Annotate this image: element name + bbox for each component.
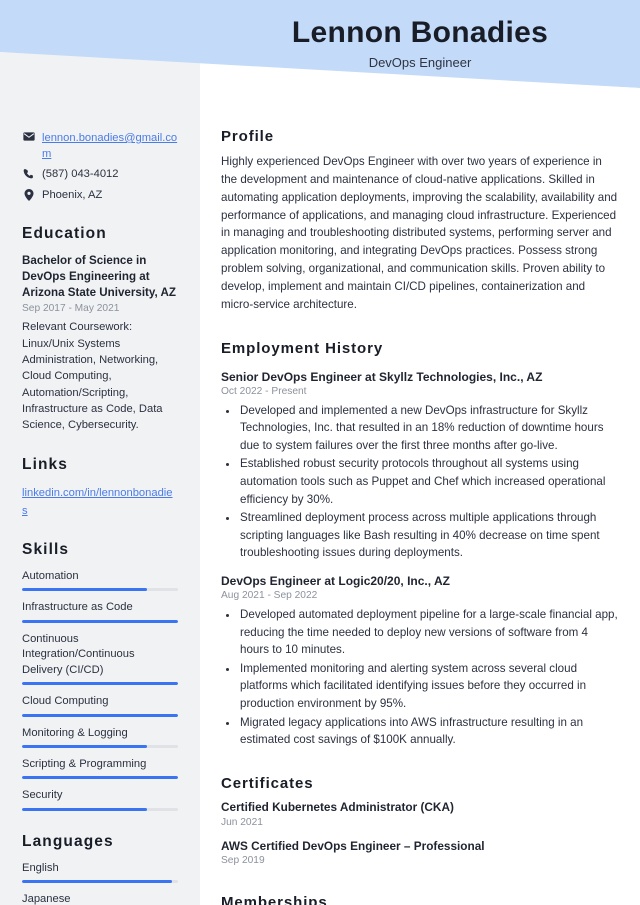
language-item: English: [22, 861, 178, 883]
employment-bullet: Migrated legacy applications into AWS in…: [238, 714, 618, 749]
skill-item: Monitoring & Logging: [22, 726, 178, 749]
certificate-date: Jun 2021: [221, 816, 263, 828]
skill-item: Infrastructure as Code: [22, 600, 178, 623]
candidate-name: Lennon Bonadies: [291, 16, 549, 49]
employment-dates: Aug 2021 - Sep 2022: [221, 590, 318, 602]
employment-bullet: Streamlined deployment process across mu…: [238, 509, 618, 562]
candidate-job-title: DevOps Engineer: [368, 54, 472, 70]
skill-item: Continuous Integration/Continuous Delive…: [22, 632, 178, 686]
skill-label: Monitoring & Logging: [22, 726, 128, 739]
employment-entry: DevOps Engineer at Logic20/20, Inc., AZ …: [221, 573, 618, 749]
resume-page: Lennon Bonadies DevOps Engineer lennon.b…: [0, 0, 640, 905]
education-heading: Education: [22, 224, 107, 242]
education-dates: Sep 2017 - May 2021: [22, 303, 120, 315]
certificate-title: Certified Kubernetes Administrator (CKA): [221, 799, 454, 814]
skill-label: Scripting & Programming: [22, 758, 147, 771]
profile-heading: Profile: [221, 128, 274, 145]
languages-heading: Languages: [22, 832, 114, 850]
language-item: Japanese: [22, 892, 178, 905]
certificate-date: Sep 2019: [221, 855, 265, 867]
skill-label: Continuous Integration/Continuous Delive…: [22, 632, 135, 676]
skill-label: Infrastructure as Code: [22, 601, 133, 614]
skill-item: Cloud Computing: [22, 694, 178, 717]
skill-label: Security: [22, 789, 63, 802]
contact-location-row: Phoenix, AZ: [22, 187, 178, 203]
skill-bar-track: [22, 682, 178, 686]
sidebar: lennon.bonadies@gmail.com (587) 043-4012…: [0, 130, 200, 905]
main-column: Profile Highly experienced DevOps Engine…: [200, 128, 640, 905]
employment-bullet: Established robust security protocols th…: [238, 455, 618, 508]
certificate-entry: AWS Certified DevOps Engineer – Professi…: [221, 839, 618, 869]
links-heading: Links: [22, 455, 68, 473]
skill-bar-track: [22, 588, 178, 592]
certificate-entry: Certified Kubernetes Administrator (CKA)…: [221, 800, 618, 830]
language-label: Japanese: [22, 892, 71, 905]
skill-item: Automation: [22, 569, 178, 592]
skill-bar-track: [22, 807, 178, 811]
phone-icon: [22, 166, 35, 179]
language-bar-track: [22, 879, 178, 883]
contact-phone-value: (587) 043-4012: [42, 168, 119, 181]
skills-list: Automation Infrastructure as Code Contin…: [22, 569, 178, 811]
memberships-heading: Memberships: [221, 894, 328, 905]
employment-bullets: Developed and implemented a new DevOps i…: [221, 402, 618, 562]
employment-entry: Senior DevOps Engineer at Skyllz Technol…: [221, 369, 618, 562]
skills-heading: Skills: [22, 541, 70, 559]
contact-email-link[interactable]: lennon.bonadies@gmail.com: [42, 130, 178, 162]
skill-item: Scripting & Programming: [22, 757, 178, 780]
skill-bar-fill: [22, 619, 178, 623]
skill-bar-track: [22, 776, 178, 780]
employment-bullet: Implemented monitoring and alerting syst…: [238, 660, 618, 713]
skill-bar-fill: [22, 682, 178, 686]
resume-header: Lennon Bonadies DevOps Engineer: [200, 0, 640, 70]
languages-list: English Japanese: [22, 861, 178, 905]
skill-bar-fill: [22, 713, 178, 717]
envelope-icon: [22, 130, 35, 141]
employment-dates: Oct 2022 - Present: [221, 385, 307, 397]
skill-bar-fill: [22, 807, 147, 811]
contact-phone-row: (587) 043-4012: [22, 166, 178, 182]
skill-label: Automation: [22, 569, 79, 582]
language-label: English: [22, 861, 59, 874]
employment-title: DevOps Engineer at Logic20/20, Inc., AZ: [221, 574, 450, 589]
employment-bullet: Developed and implemented a new DevOps i…: [238, 402, 618, 455]
skill-bar-fill: [22, 745, 147, 749]
language-bar-fill: [22, 879, 172, 883]
skill-bar-track: [22, 745, 178, 749]
skill-item: Security: [22, 788, 178, 811]
certificate-title: AWS Certified DevOps Engineer – Professi…: [221, 838, 485, 853]
employment-title: Senior DevOps Engineer at Skyllz Technol…: [221, 369, 543, 384]
contact-location-value: Phoenix, AZ: [42, 188, 103, 201]
skill-bar-track: [22, 713, 178, 717]
map-pin-icon: [22, 187, 35, 201]
employment-heading: Employment History: [221, 339, 384, 357]
employment-bullet: Developed automated deployment pipeline …: [238, 606, 618, 659]
linkedin-link[interactable]: linkedin.com/in/lennonbonadies: [22, 487, 173, 517]
education-coursework: Relevant Coursework: Linux/Unix Systems …: [22, 321, 163, 432]
contact-email-row[interactable]: lennon.bonadies@gmail.com: [22, 130, 178, 162]
certificates-heading: Certificates: [221, 774, 314, 792]
skill-label: Cloud Computing: [22, 695, 109, 708]
profile-text: Highly experienced DevOps Engineer with …: [221, 155, 618, 311]
skill-bar-track: [22, 619, 178, 623]
skill-bar-fill: [22, 776, 178, 780]
skill-bar-fill: [22, 588, 147, 592]
education-degree: Bachelor of Science in DevOps Engineerin…: [22, 253, 176, 299]
employment-bullets: Developed automated deployment pipeline …: [221, 606, 618, 749]
